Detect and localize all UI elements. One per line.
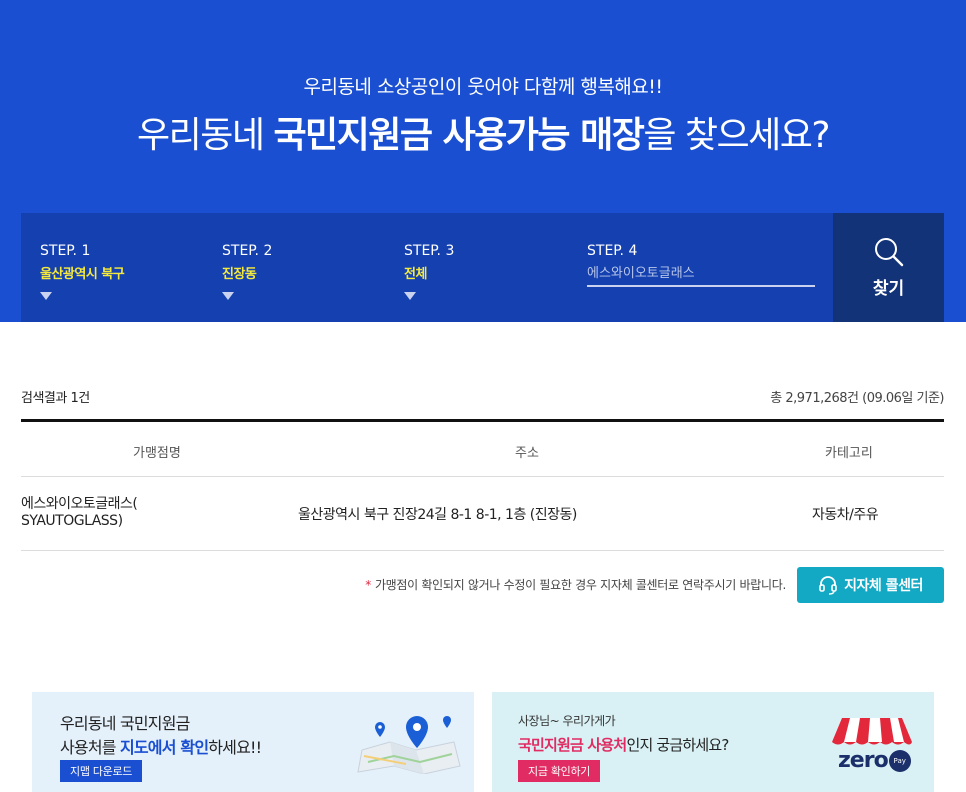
step-1-region[interactable]: STEP. 1 울산광역시 북구 — [40, 243, 125, 300]
store-awning-icon — [832, 718, 912, 745]
callcenter-label: 지자체 콜센터 — [844, 578, 923, 594]
map-banner[interactable]: 우리동네 국민지원금 사용처를 지도에서 확인하세요!! 지맵 다운로드 — [32, 692, 474, 792]
search-bar: STEP. 1 울산광역시 북구 STEP. 2 진장동 STEP. 3 전체 … — [21, 213, 944, 322]
zeropay-logo-badge: Pay — [888, 749, 911, 772]
notice-message: 가맹점이 확인되지 않거나 수정이 필요한 경우 지자체 콜센터로 연락주시기 … — [374, 578, 786, 592]
find-label: 찾기 — [872, 279, 905, 299]
table-header: 가맹점명 주소 카테고리 — [21, 422, 944, 477]
zeropay-wordmark: zero Pay — [838, 748, 911, 773]
store-name-input[interactable] — [587, 261, 815, 287]
step-3-label: STEP. 3 — [404, 243, 455, 259]
map-banner-line2: 사용처를 지도에서 확인하세요!! — [60, 734, 262, 758]
store-name: 에스와이오토글래스( SYAUTOGLASS) — [21, 493, 138, 529]
zeropay-logo-text: zero — [838, 748, 889, 773]
store-name-line2: SYAUTOGLASS) — [21, 513, 123, 529]
step-3-category[interactable]: STEP. 3 전체 — [404, 243, 454, 300]
zeropay-banner-line2-bold: 국민지원금 사용처 — [518, 736, 627, 754]
map-pin-icon — [357, 716, 461, 774]
result-count: 검색결과 1건 — [21, 391, 90, 406]
map-banner-line2-post: 하세요!! — [208, 738, 262, 757]
step-2-district[interactable]: STEP. 2 진장동 — [222, 243, 272, 300]
notice-text: * 가맹점이 확인되지 않거나 수정이 필요한 경우 지자체 콜센터로 연락주시기… — [365, 576, 786, 593]
hero-title-bold: 국민지원금 사용가능 매장 — [273, 115, 644, 156]
step-1-label: STEP. 1 — [40, 243, 91, 259]
zeropay-banner-line1: 사장님~ 우리가게가 — [518, 714, 616, 728]
step-4-store: STEP. 4 — [587, 243, 815, 287]
column-header-name: 가맹점명 — [133, 446, 181, 461]
find-button[interactable]: 찾기 — [833, 213, 944, 322]
column-header-category: 카테고리 — [825, 446, 873, 461]
check-now-button[interactable]: 지금 확인하기 — [518, 760, 601, 782]
chevron-down-icon[interactable] — [404, 292, 416, 300]
table-row[interactable]: 에스와이오토글래스( SYAUTOGLASS) 울산광역시 북구 진장24길 8… — [21, 477, 944, 551]
results-table: 가맹점명 주소 카테고리 에스와이오토글래스( SYAUTOGLASS) 울산광… — [21, 419, 944, 551]
store-category: 자동차/주유 — [812, 507, 879, 523]
result-total: 총 2,971,268건 (09.06일 기준) — [770, 391, 944, 406]
zeropay-banner-line2: 국민지원금 사용처인지 궁금하세요? — [518, 734, 729, 755]
map-banner-line1: 우리동네 국민지원금 — [60, 714, 190, 733]
notice-star: * — [365, 578, 371, 592]
hero-subtitle: 우리동네 소상공인이 웃어야 다함께 행복해요!! — [303, 76, 663, 98]
gmap-download-button[interactable]: 지맵 다운로드 — [60, 760, 143, 782]
search-icon — [874, 238, 903, 267]
map-banner-line2-bold: 지도에서 확인 — [119, 738, 209, 757]
zeropay-banner[interactable]: 사장님~ 우리가게가 국민지원금 사용처인지 궁금하세요? 지금 확인하기 ze… — [492, 692, 934, 792]
store-name-line1: 에스와이오토글래스( — [21, 496, 138, 512]
callcenter-button[interactable]: 지자체 콜센터 — [797, 567, 944, 603]
hero-title-part2: 을 찾으세요? — [643, 115, 830, 156]
chevron-down-icon[interactable] — [222, 292, 234, 300]
column-header-address: 주소 — [515, 446, 539, 461]
map-banner-line2-pre: 사용처를 — [60, 738, 120, 757]
zeropay-banner-line2-post: 인지 궁금하세요? — [626, 736, 729, 754]
step-4-label: STEP. 4 — [587, 243, 638, 259]
chevron-down-icon[interactable] — [40, 292, 52, 300]
zeropay-logo: zero Pay — [828, 714, 916, 773]
store-address: 울산광역시 북구 진장24길 8-1 8-1, 1층 (진장동) — [298, 507, 577, 523]
step-2-value: 진장동 — [222, 267, 257, 282]
hero-title-part1: 우리동네 — [137, 115, 274, 156]
step-2-label: STEP. 2 — [222, 243, 273, 259]
hero-title: 우리동네 국민지원금 사용가능 매장을 찾으세요? — [0, 106, 966, 158]
headset-icon — [819, 576, 837, 595]
hero-section: 우리동네 소상공인이 웃어야 다함께 행복해요!! 우리동네 국민지원금 사용가… — [0, 0, 966, 322]
step-1-value: 울산광역시 북구 — [40, 267, 125, 282]
step-3-value: 전체 — [404, 267, 427, 282]
